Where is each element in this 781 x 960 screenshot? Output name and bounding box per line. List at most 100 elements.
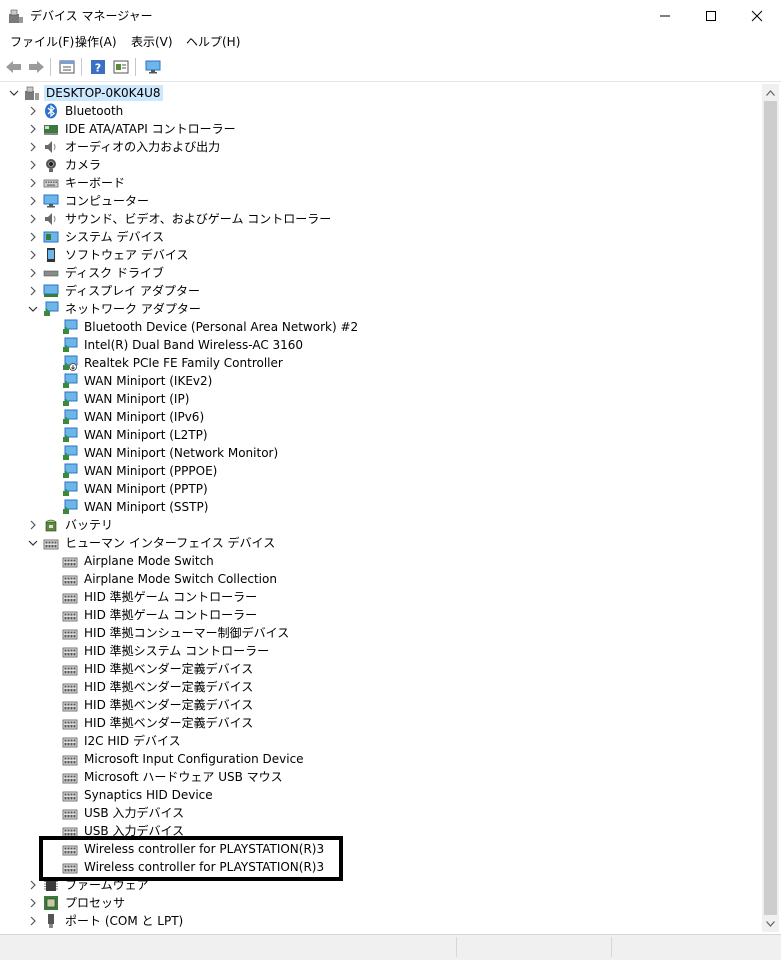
chevron-right-icon[interactable] — [28, 232, 38, 242]
chevron-right-icon[interactable] — [28, 250, 38, 260]
tree-device[interactable]: HID 準拠ベンダー定義デバイス — [0, 696, 760, 714]
tree-device[interactable]: HID 準拠ベンダー定義デバイス — [0, 678, 760, 696]
scroll-up-button[interactable] — [762, 84, 779, 101]
tree-device[interactable]: WAN Miniport (IKEv2) — [0, 372, 760, 390]
scrollbar-thumb[interactable] — [764, 101, 777, 915]
menu-help[interactable]: ヘルプ(H) — [186, 34, 240, 50]
help-button[interactable]: ? — [88, 57, 108, 77]
expand-toggle[interactable] — [27, 897, 39, 909]
tree-category[interactable]: コンピューター — [0, 192, 760, 210]
device-tree[interactable]: DESKTOP-0K0K4U8 Bluetooth IDE ATA/ATAPI コ… — [0, 84, 762, 932]
scan-hardware-button[interactable] — [143, 57, 163, 77]
tree-device[interactable]: WAN Miniport (PPTP) — [0, 480, 760, 498]
tree-device[interactable]: Synaptics HID Device — [0, 786, 760, 804]
expand-toggle[interactable] — [27, 177, 39, 189]
chevron-right-icon[interactable] — [28, 124, 38, 134]
tree-category[interactable]: ネットワーク アダプター — [0, 300, 760, 318]
tree-category[interactable]: ソフトウェア デバイス — [0, 246, 760, 264]
show-hidden-button[interactable] — [111, 57, 131, 77]
tree-category[interactable]: Bluetooth — [0, 102, 760, 120]
tree-device[interactable]: I2C HID デバイス — [0, 732, 760, 750]
port-icon — [48, 914, 54, 928]
properties-button[interactable] — [57, 57, 77, 77]
expand-toggle[interactable] — [27, 159, 39, 171]
expand-toggle[interactable] — [27, 105, 39, 117]
tree-device[interactable]: USB 入力デバイス — [0, 804, 760, 822]
chevron-down-icon[interactable] — [28, 538, 38, 548]
tree-device[interactable]: HID 準拠ベンダー定義デバイス — [0, 714, 760, 732]
back-button[interactable] — [4, 57, 24, 77]
tree-device[interactable]: HID 準拠ゲーム コントローラー — [0, 588, 760, 606]
hid-icon — [43, 539, 59, 550]
tree-category[interactable]: システム デバイス — [0, 228, 760, 246]
vertical-scrollbar[interactable] — [762, 84, 779, 932]
expand-toggle[interactable] — [27, 879, 39, 891]
tree-category[interactable]: オーディオの入力および出力 — [0, 138, 760, 156]
chevron-right-icon[interactable] — [28, 898, 38, 908]
close-button[interactable] — [734, 0, 780, 31]
collapse-toggle[interactable] — [27, 537, 39, 549]
tree-device[interactable]: WAN Miniport (Network Monitor) — [0, 444, 760, 462]
expand-toggle[interactable] — [27, 519, 39, 531]
tree-device[interactable]: HID 準拠システム コントローラー — [0, 642, 760, 660]
collapse-toggle[interactable] — [27, 303, 39, 315]
chevron-right-icon[interactable] — [28, 268, 38, 278]
tree-category[interactable]: カメラ — [0, 156, 760, 174]
expand-toggle[interactable] — [27, 123, 39, 135]
chevron-down-icon[interactable] — [8, 87, 20, 99]
tree-category[interactable]: ディスプレイ アダプター — [0, 282, 760, 300]
tree-category[interactable]: ヒューマン インターフェイス デバイス — [0, 534, 760, 552]
maximize-button[interactable] — [688, 0, 734, 31]
expand-toggle[interactable] — [27, 195, 39, 207]
chevron-right-icon[interactable] — [28, 916, 38, 926]
tree-device[interactable]: HID 準拠コンシューマー制御デバイス — [0, 624, 760, 642]
expand-toggle[interactable] — [27, 267, 39, 279]
expand-toggle[interactable] — [27, 285, 39, 297]
chevron-right-icon[interactable] — [28, 178, 38, 188]
menu-view[interactable]: 表示(V) — [131, 34, 173, 50]
expand-toggle[interactable] — [27, 213, 39, 225]
tree-device[interactable]: Bluetooth Device (Personal Area Network)… — [0, 318, 760, 336]
expand-toggle[interactable] — [27, 231, 39, 243]
tree-device[interactable]: HID 準拠ベンダー定義デバイス — [0, 660, 760, 678]
tree-category[interactable]: ポート (COM と LPT) — [0, 912, 760, 930]
tree-device[interactable]: WAN Miniport (SSTP) — [0, 498, 760, 516]
tree-device[interactable]: Microsoft ハードウェア USB マウス — [0, 768, 760, 786]
expand-toggle[interactable] — [27, 249, 39, 261]
tree-category[interactable]: バッテリ — [0, 516, 760, 534]
tree-device[interactable]: WAN Miniport (IPv6) — [0, 408, 760, 426]
chevron-right-icon[interactable] — [28, 520, 38, 530]
tree-category[interactable]: サウンド、ビデオ、およびゲーム コントローラー — [0, 210, 760, 228]
chevron-down-icon[interactable] — [28, 304, 38, 314]
chevron-right-icon[interactable] — [28, 214, 38, 224]
tree-device[interactable]: WAN Miniport (L2TP) — [0, 426, 760, 444]
tree-device[interactable]: WAN Miniport (IP) — [0, 390, 760, 408]
chevron-right-icon[interactable] — [28, 106, 38, 116]
keyboard-icon — [43, 179, 59, 188]
menu-action[interactable]: 操作(A) — [75, 34, 117, 50]
chevron-right-icon[interactable] — [28, 142, 38, 152]
tree-device[interactable]: WAN Miniport (PPPOE) — [0, 462, 760, 480]
chevron-right-icon[interactable] — [28, 880, 38, 890]
menu-file[interactable]: ファイル(F) — [10, 34, 74, 50]
chevron-right-icon[interactable] — [28, 196, 38, 206]
tree-device[interactable]: Realtek PCIe FE Family Controller — [0, 354, 760, 372]
tree-device[interactable]: Intel(R) Dual Band Wireless-AC 3160 — [0, 336, 760, 354]
chevron-right-icon[interactable] — [28, 286, 38, 296]
tree-category[interactable]: キーボード — [0, 174, 760, 192]
expand-toggle[interactable] — [27, 141, 39, 153]
minimize-button[interactable] — [642, 0, 688, 31]
tree-device[interactable]: Airplane Mode Switch — [0, 552, 760, 570]
chevron-right-icon[interactable] — [28, 160, 38, 170]
expand-toggle[interactable] — [27, 915, 39, 927]
tree-category[interactable]: プロセッサ — [0, 894, 760, 912]
forward-button[interactable] — [26, 57, 46, 77]
tree-device[interactable]: Airplane Mode Switch Collection — [0, 570, 760, 588]
scroll-down-button[interactable] — [762, 915, 779, 932]
tree-device[interactable]: HID 準拠ゲーム コントローラー — [0, 606, 760, 624]
tree-category[interactable]: IDE ATA/ATAPI コントローラー — [0, 120, 760, 138]
tree-category[interactable]: ディスク ドライブ — [0, 264, 760, 282]
tree-item-label: HID 準拠ゲーム コントローラー — [84, 608, 258, 622]
tree-device[interactable]: Microsoft Input Configuration Device — [0, 750, 760, 768]
tree-root[interactable]: DESKTOP-0K0K4U8 — [0, 84, 760, 102]
